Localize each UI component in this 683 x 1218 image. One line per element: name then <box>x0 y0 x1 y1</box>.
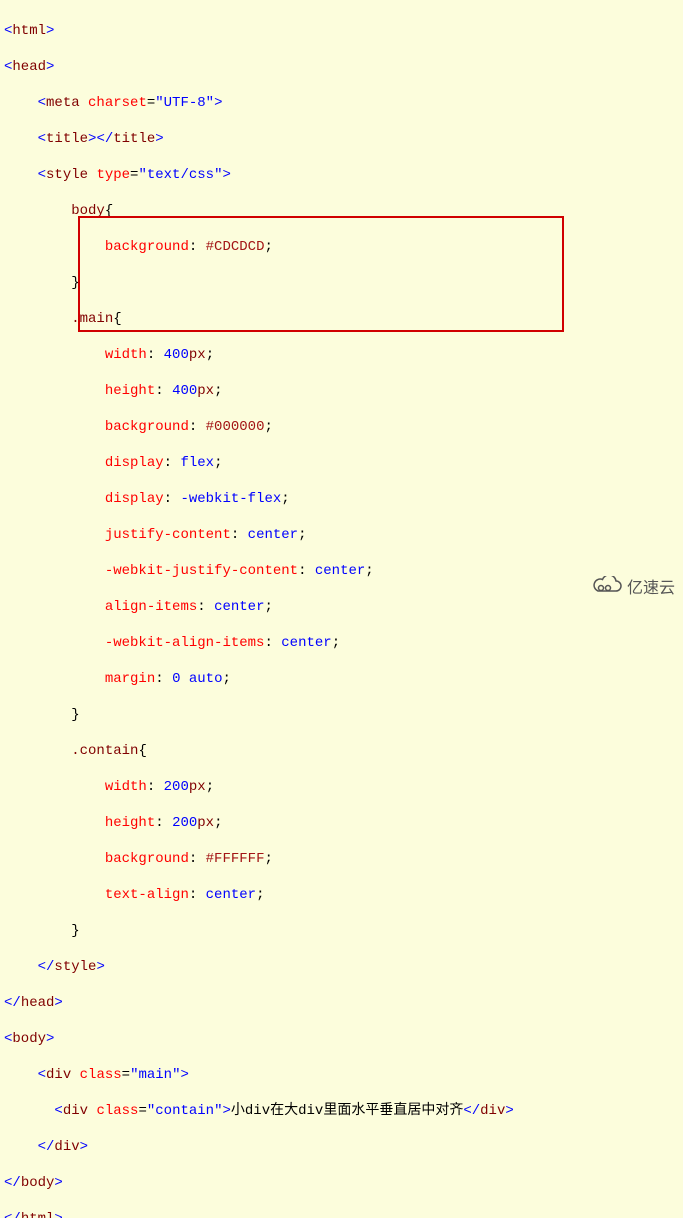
code-line: } <box>4 922 683 940</box>
code-line: background: #000000; <box>4 418 683 436</box>
code-line: align-items: center; <box>4 598 683 616</box>
code-line: text-align: center; <box>4 886 683 904</box>
code-line: </head> <box>4 994 683 1012</box>
code-line: .contain{ <box>4 742 683 760</box>
code-line: height: 400px; <box>4 382 683 400</box>
watermark: 亿速云 <box>591 576 675 601</box>
code-line: <title></title> <box>4 130 683 148</box>
code-line: width: 400px; <box>4 346 683 364</box>
code-line: </body> <box>4 1174 683 1192</box>
code-block: <html> <head> <meta charset="UTF-8"> <ti… <box>0 0 683 1218</box>
code-line: .main{ <box>4 310 683 328</box>
code-line: body{ <box>4 202 683 220</box>
code-line: } <box>4 274 683 292</box>
code-line: <html> <box>4 22 683 40</box>
code-line: background: #FFFFFF; <box>4 850 683 868</box>
code-line: background: #CDCDCD; <box>4 238 683 256</box>
code-line: <meta charset="UTF-8"> <box>4 94 683 112</box>
code-line: display: flex; <box>4 454 683 472</box>
code-line: height: 200px; <box>4 814 683 832</box>
code-line: <body> <box>4 1030 683 1048</box>
code-line: <div class="main"> <box>4 1066 683 1084</box>
code-line: </div> <box>4 1138 683 1156</box>
code-line: <head> <box>4 58 683 76</box>
watermark-text: 亿速云 <box>627 580 675 598</box>
code-line: </html> <box>4 1210 683 1218</box>
code-line: -webkit-align-items: center; <box>4 634 683 652</box>
cloud-icon <box>591 576 623 601</box>
code-line: display: -webkit-flex; <box>4 490 683 508</box>
code-line: } <box>4 706 683 724</box>
code-line: <style type="text/css"> <box>4 166 683 184</box>
code-line: </style> <box>4 958 683 976</box>
code-line: <div class="contain">小div在大div里面水平垂直居中对齐… <box>4 1102 683 1120</box>
code-line: -webkit-justify-content: center; <box>4 562 683 580</box>
code-line: margin: 0 auto; <box>4 670 683 688</box>
code-line: width: 200px; <box>4 778 683 796</box>
code-line: justify-content: center; <box>4 526 683 544</box>
